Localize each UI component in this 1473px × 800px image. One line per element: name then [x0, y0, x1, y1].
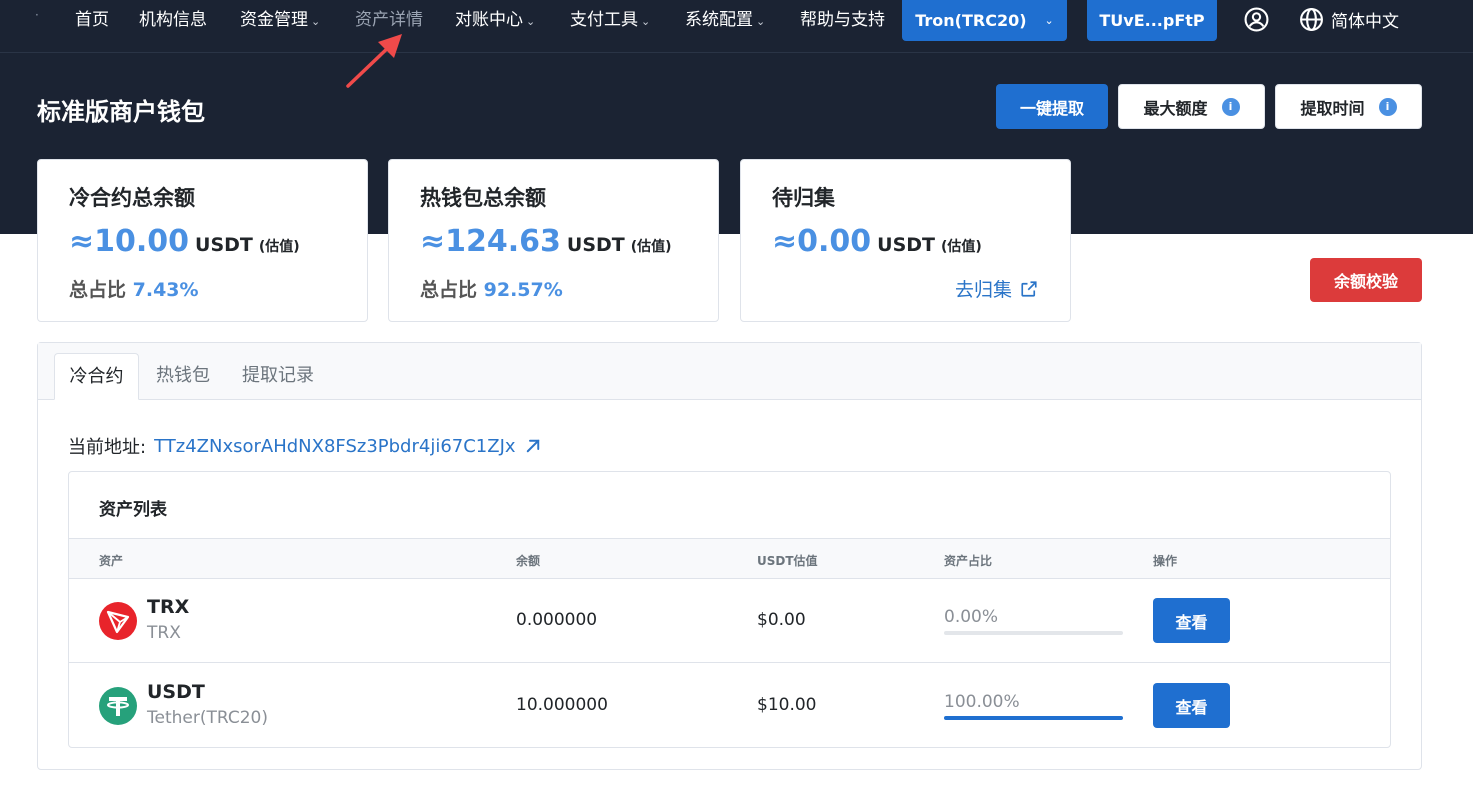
card-title: 待归集 — [772, 186, 835, 210]
tab-withdraw-records[interactable]: 提取记录 — [228, 353, 328, 400]
card-value: ≈0.00 USDT (估值) — [772, 224, 982, 259]
arrow-up-right-icon[interactable] — [524, 437, 542, 455]
balance-amount: ≈0.00 — [772, 224, 872, 259]
balance-amount: ≈10.00 — [69, 224, 190, 259]
external-link-icon — [1021, 280, 1037, 297]
user-profile-icon[interactable] — [1244, 7, 1269, 32]
asset-name: TRX — [147, 623, 181, 643]
asset-ratio: 0.00% — [944, 607, 999, 627]
table-header: 资产 余额 USDT估值 资产占比 操作 — [69, 538, 1390, 579]
ratio-percent: 7.43% — [132, 279, 199, 301]
asset-list: 资产列表 资产 余额 USDT估值 资产占比 操作 TRX TRX 0.0000… — [68, 471, 1391, 748]
card-value: ≈10.00 USDT (估值) — [69, 224, 300, 259]
ratio-progress-bar — [944, 631, 1123, 635]
asset-symbol: USDT — [147, 681, 205, 703]
asset-name: Tether(TRC20) — [147, 708, 268, 728]
card-ratio: 总占比 92.57% — [420, 279, 563, 301]
page-title: 标准版商户钱包 — [37, 98, 205, 126]
pending-collection-card: 待归集 ≈0.00 USDT (估值) 去归集 — [740, 159, 1071, 322]
cold-contract-balance-card: 冷合约总余额 ≈10.00 USDT (估值) 总占比 7.43% — [37, 159, 368, 322]
asset-symbol: TRX — [147, 596, 190, 618]
ratio-progress-bar — [944, 716, 1123, 720]
nav-org-info[interactable]: 机构信息 — [139, 9, 207, 31]
column-header: 操作 — [1153, 554, 1178, 568]
chevron-down-icon: ⌄ — [311, 15, 321, 28]
table-row: TRX TRX 0.000000 $0.00 0.00% 查看 — [69, 579, 1390, 663]
network-select-button[interactable]: Tron(TRC20) ⌄ — [902, 0, 1067, 41]
tab-cold-contract[interactable]: 冷合约 — [54, 353, 139, 400]
account-button[interactable]: TUvE...pFtP — [1087, 0, 1217, 41]
card-value: ≈124.63 USDT (估值) — [420, 224, 672, 259]
table-row: USDT Tether(TRC20) 10.000000 $10.00 100.… — [69, 664, 1390, 747]
annotation-arrow-icon — [346, 34, 402, 88]
nav-asset-details[interactable]: 资产详情 — [355, 9, 423, 31]
asset-balance: 10.000000 — [516, 695, 608, 715]
nav-payment-tools[interactable]: 支付工具 ⌄ — [570, 9, 650, 31]
balance-unit: USDT — [195, 234, 253, 256]
nav-reconciliation[interactable]: 对账中心 ⌄ — [455, 9, 535, 31]
asset-usdt-value: $10.00 — [757, 695, 817, 715]
balance-unit: USDT — [566, 234, 625, 256]
withdraw-time-button[interactable]: 提取时间 i — [1275, 84, 1422, 129]
address-link[interactable]: TTz4ZNxsorAHdNX8FSz3Pbdr4ji67C1ZJx — [154, 436, 515, 457]
card-title: 冷合约总余额 — [69, 186, 195, 210]
tab-hot-wallet[interactable]: 热钱包 — [143, 353, 223, 400]
estimate-label: (估值) — [941, 239, 982, 255]
chevron-down-icon: ⌄ — [756, 15, 766, 28]
max-limit-button[interactable]: 最大额度 i — [1118, 84, 1265, 129]
estimate-label: (估值) — [258, 239, 300, 255]
column-header: USDT估值 — [757, 554, 818, 568]
ratio-progress-fill — [944, 716, 1123, 720]
chevron-down-icon: ⌄ — [1044, 14, 1054, 27]
hot-wallet-balance-card: 热钱包总余额 ≈124.63 USDT (估值) 总占比 92.57% — [388, 159, 719, 322]
globe-icon — [1300, 7, 1323, 31]
column-header: 资产 — [99, 554, 124, 568]
nav-home[interactable]: 首页 — [75, 9, 109, 31]
asset-list-title: 资产列表 — [99, 500, 167, 520]
address-label: 当前地址: — [68, 437, 147, 458]
go-collect-link[interactable]: 去归集 — [955, 275, 1038, 302]
wallet-tabs-panel: 冷合约 热钱包 提取记录 当前地址: TTz4ZNxsorAHdNX8FSz3P… — [37, 342, 1422, 770]
nav-system-config[interactable]: 系统配置 ⌄ — [685, 9, 765, 31]
info-icon: i — [1221, 97, 1240, 116]
info-icon: i — [1378, 97, 1397, 116]
estimate-label: (估值) — [630, 239, 672, 255]
balance-amount: ≈124.63 — [420, 224, 561, 259]
tab-bar: 冷合约 热钱包 提取记录 — [38, 343, 1421, 400]
column-header: 余额 — [516, 554, 541, 568]
asset-balance: 0.000000 — [516, 610, 598, 630]
one-click-withdraw-button[interactable]: 一键提取 — [996, 84, 1108, 129]
view-button[interactable]: 查看 — [1153, 598, 1230, 643]
trx-coin-icon — [99, 602, 137, 640]
balance-verify-button[interactable]: 余额校验 — [1310, 258, 1422, 302]
card-title: 热钱包总余额 — [420, 186, 546, 210]
top-navbar: · 首页 机构信息 资金管理 ⌄ 资产详情 对账中心 ⌄ 支付工具 ⌄ 系统配置 ⌄ 帮… — [0, 0, 1473, 53]
nav-dot: · — [35, 8, 39, 22]
asset-ratio: 100.00% — [944, 692, 1020, 712]
chevron-down-icon: ⌄ — [641, 15, 651, 28]
usdt-coin-icon — [99, 687, 137, 725]
card-ratio: 总占比 7.43% — [69, 279, 199, 301]
current-address: 当前地址: TTz4ZNxsorAHdNX8FSz3Pbdr4ji67C1ZJx — [68, 433, 542, 459]
ratio-percent: 92.57% — [483, 279, 563, 301]
chevron-down-icon: ⌄ — [526, 15, 536, 28]
column-header: 资产占比 — [944, 554, 993, 568]
nav-fund-management[interactable]: 资金管理 ⌄ — [240, 9, 320, 31]
view-button[interactable]: 查看 — [1153, 683, 1230, 728]
asset-usdt-value: $0.00 — [757, 610, 806, 630]
language-selector[interactable]: 简体中文 — [1299, 6, 1399, 32]
balance-unit: USDT — [877, 234, 936, 256]
nav-help-support[interactable]: 帮助与支持 — [800, 9, 885, 31]
